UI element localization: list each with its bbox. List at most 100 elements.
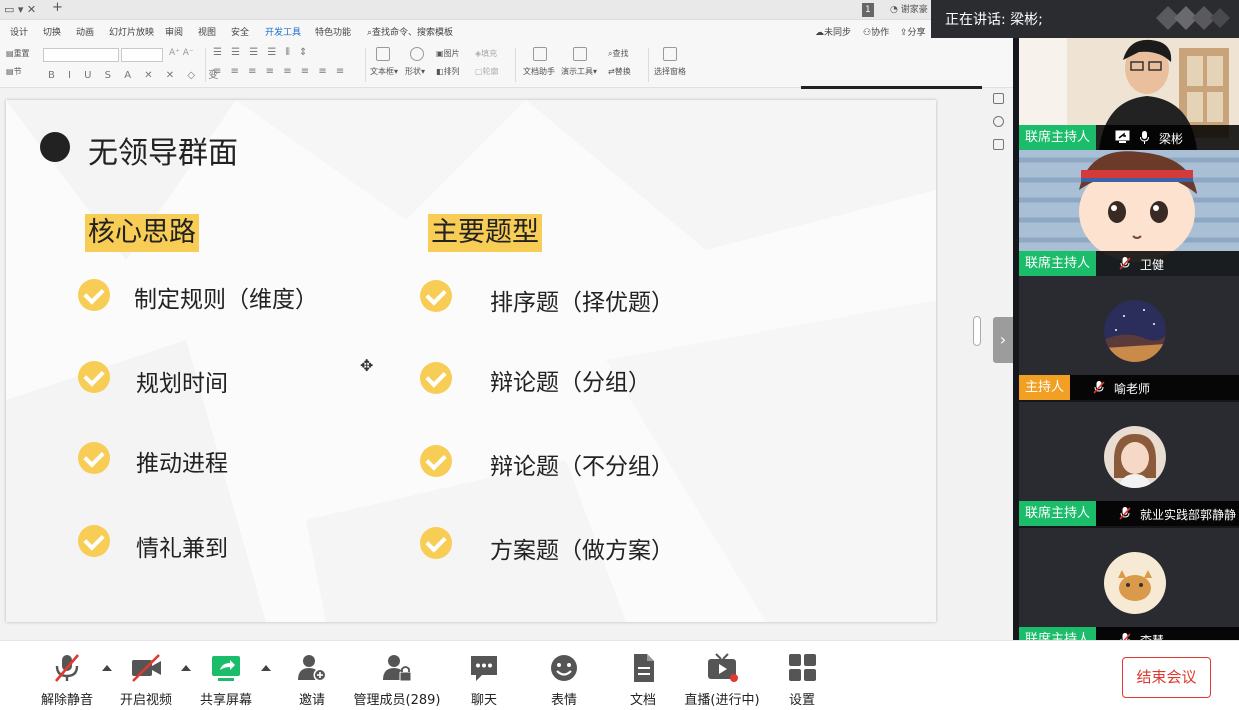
format-icons[interactable]: B I U S A ✕ ✕ ◇ 变 [48,66,223,81]
new-tab-icon[interactable]: + [52,1,63,15]
share-screen-button[interactable]: 共享屏幕 [186,641,266,710]
slide[interactable]: 无领导群面 核心思路 主要题型 制定规则（维度） 规划时间 推动进程 情礼兼到 … [6,100,936,622]
present-tool-button[interactable]: 演示工具▾ [561,66,597,77]
menu-features[interactable]: 特色功能 [315,25,351,38]
menu-transition[interactable]: 切换 [43,25,61,38]
role-badge-host: 主持人 [1019,375,1071,400]
replace-button[interactable]: ⇄替换 [608,66,631,77]
sync-status[interactable]: ☁未同步 [815,25,851,38]
paragraph-icons-2[interactable]: ≡ ≡ ≡ ≡ ≡ ≡ ≡ ≡ [213,66,347,77]
video-off-icon [132,654,161,682]
invite-button[interactable]: 邀请 [272,641,352,710]
start-video-button[interactable]: 开启视频 [106,641,186,710]
screen-share-icon [1115,130,1130,143]
reset-label: 重置 [13,49,30,58]
share-label: 分享 [907,28,926,38]
participant-tile[interactable]: 联席主持人 卫健 [1019,150,1239,276]
font-family-select[interactable] [43,48,119,62]
section-button[interactable]: ▤节 [6,66,22,77]
right-item: 方案题（做方案） [490,538,674,564]
participant-tile[interactable]: 联席主持人 梁彬 [1019,38,1239,150]
present-tool-label: 演示工具 [561,67,593,76]
reactions-button[interactable]: 表情 [524,641,604,710]
doc-helper-icon[interactable] [533,47,547,61]
pin-icon[interactable] [993,116,1004,127]
manage-members-button[interactable]: 管理成员(289) [354,641,440,710]
participant-tile[interactable]: 联席主持人 就业实践部郭静静 [1019,402,1239,526]
outline-button[interactable]: ▢轮廓 [475,66,499,77]
menu-bar: 设计 切换 动画 幻灯片放映 审阅 视图 安全 开发工具 特色功能 ⌕查找命令、… [0,20,1013,42]
properties-icon[interactable] [993,93,1004,104]
font-grow-icon[interactable]: A⁺ A⁻ [169,48,194,58]
replace-icon: ⇄ [608,67,615,76]
select-pane-icon[interactable] [663,47,677,61]
menu-slideshow[interactable]: 幻灯片放映 [109,25,154,38]
window-controls-icon[interactable]: ▭ ▾ ✕ [4,3,36,17]
share-screen-label: 共享屏幕 [199,693,252,708]
copy-icon[interactable] [993,139,1004,150]
participant-tile[interactable]: 联席主持人 李慧 [1019,528,1239,640]
image-button[interactable]: ▣图片 [436,48,460,59]
menu-animation[interactable]: 动画 [76,25,94,38]
mic-muted-icon [55,654,79,682]
doc-helper-button[interactable]: 文档助手 [523,66,555,77]
shape-button[interactable]: 形状▾ [405,66,425,77]
live-stream-icon [708,653,738,682]
find-button[interactable]: ⌕查找 [608,48,628,59]
left-column-heading: 核心思路 [85,214,199,252]
vertical-scrollbar[interactable] [973,316,981,346]
mic-muted-icon [1093,381,1105,394]
fill-button[interactable]: ◈填充 [475,48,497,59]
role-badge-cohost: 联席主持人 [1019,501,1097,526]
select-pane-button[interactable]: 选择窗格 [654,66,686,77]
menu-security[interactable]: 安全 [231,25,249,38]
ribbon-toolbar: ▤重置 ▤节 A⁺ A⁻ B I U S A ✕ ✕ ◇ 变 ☰ ☰ ☰ ☰ ⫴… [0,42,1013,88]
participant-name: 梁彬 [1159,132,1184,146]
font-size-select[interactable] [121,48,163,62]
section-label: 节 [13,67,22,76]
participant-name: 李慧 [1140,632,1164,640]
menu-design[interactable]: 设计 [10,25,28,38]
settings-button[interactable]: 设置 [762,641,842,710]
arrange-button[interactable]: ◧排列 [436,66,460,77]
mic-muted-icon [1119,507,1131,520]
participant-namebar: 联席主持人 卫健 [1019,251,1239,276]
mouse-cursor-icon: ✥ [360,356,374,375]
user-doc-name: 谢家豪 [900,5,928,15]
app-logo-icon [1156,6,1230,30]
title-bullet-icon [40,132,70,162]
participant-tile[interactable]: 主持人 喻老师 [1019,276,1239,400]
live-stream-button[interactable]: 直播(进行中) [682,641,762,710]
textbox-button[interactable]: 文本框▾ [370,66,398,77]
paragraph-icons-1[interactable]: ☰ ☰ ☰ ☰ ⫴ ⇕ [213,47,310,58]
check-icon [420,527,452,559]
share-options-caret-icon[interactable] [261,665,271,671]
page-badge: 1 [862,3,874,17]
shape-icon[interactable] [410,47,424,61]
command-search[interactable]: ⌕查找命令、搜索模板 [367,25,453,38]
user-doc-tab[interactable]: ◔ 谢家豪 [890,3,928,17]
chat-button[interactable]: 聊天 [444,641,524,710]
ribbon-divider [205,48,206,82]
slide-title: 无领导群面 [88,136,238,171]
end-meeting-button[interactable]: 结束会议 [1122,657,1211,698]
left-item: 推动进程 [136,451,228,477]
expand-panel-button[interactable]: › [993,317,1013,363]
check-icon [420,445,452,477]
right-item: 辩论题（不分组） [490,454,674,480]
share-button[interactable]: ⇪分享 [900,25,926,38]
reset-button[interactable]: ▤重置 [6,48,30,59]
right-item: 辩论题（分组） [490,370,651,396]
menu-review[interactable]: 审阅 [165,25,183,38]
mic-muted-icon [1119,257,1131,270]
present-tool-icon[interactable] [573,47,587,61]
sync-label: 未同步 [824,28,852,38]
docs-button[interactable]: 文档 [603,641,683,710]
collab-button[interactable]: ⚇协作 [863,25,889,38]
menu-developer[interactable]: 开发工具 [265,25,301,38]
textbox-icon[interactable] [376,47,390,61]
left-item: 情礼兼到 [136,536,228,562]
unmute-button[interactable]: 解除静音 [27,641,107,710]
role-badge-cohost: 联席主持人 [1019,627,1097,640]
menu-view[interactable]: 视图 [198,25,216,38]
